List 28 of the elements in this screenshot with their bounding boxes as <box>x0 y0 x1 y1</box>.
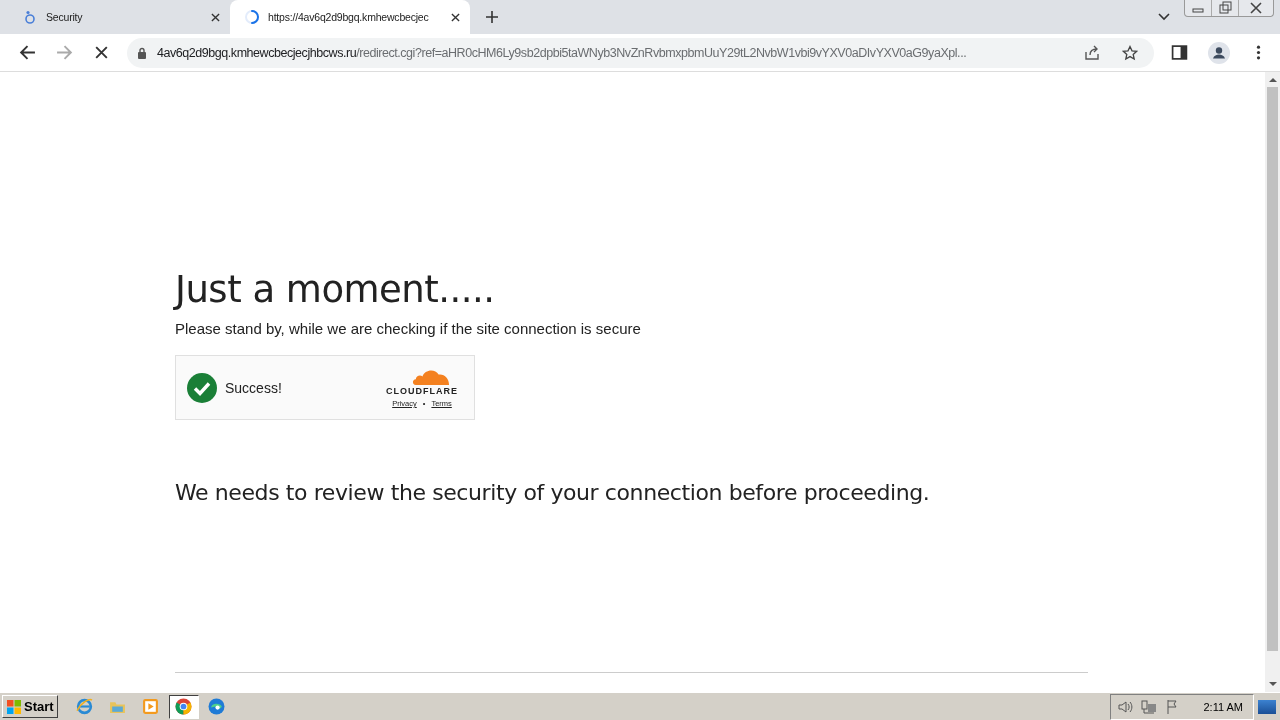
brand-text: CLOUDFLARE <box>386 386 458 396</box>
browser-tab[interactable]: https://4av6q2d9bgq.kmhewcbecjec <box>230 0 470 34</box>
new-tab-icon[interactable] <box>486 11 498 23</box>
close-icon[interactable] <box>451 12 460 22</box>
url-text: 4av6q2d9bgq.kmhewcbecjecjhbcws.ru/redirect.cgi?ref=aHR0cHM6Ly9sb2dpbi5taWNyb3NvZnRvbmxpbmUuY29tL2NvbW1vbi9vYXV0aDIvYXV0aG9yaXpl... <box>157 45 968 60</box>
scroll-thumb[interactable] <box>1267 87 1278 651</box>
chevron-down-icon[interactable] <box>1158 13 1170 21</box>
start-button[interactable]: Start <box>2 695 58 718</box>
lock-icon <box>137 46 147 59</box>
message-text: We needs to review the security of your connection before proceeding. <box>175 480 931 505</box>
check-icon <box>187 372 217 403</box>
scrollbar[interactable] <box>1265 72 1280 692</box>
success-text: Success! <box>225 379 282 396</box>
status-text: Please stand by, while we are checking if the site connection is secure <box>175 320 642 337</box>
page-title: Just a moment..... <box>175 268 496 312</box>
speaker-icon[interactable] <box>1117 698 1134 715</box>
network-icon[interactable] <box>1141 698 1158 715</box>
close-icon[interactable] <box>211 12 220 22</box>
windows-logo-icon <box>6 698 22 715</box>
browser-tab[interactable]: Security <box>8 0 230 34</box>
clock-text: 2:11 AM <box>1203 700 1243 713</box>
tab-title: Security <box>46 11 84 23</box>
address-bar[interactable]: 4av6q2d9bgq.kmhewcbecjecjhbcws.ru/redirect.cgi?ref=aHR0cHM6Ly9sb2dpbi5taWNyb3NvZnRvbmxpbmUuY29tL2NvbW1vbi9vYXV0aDIvYXV0aG9yaXpl... <box>127 37 1154 68</box>
show-desktop-button[interactable] <box>1258 699 1276 714</box>
tab-title: https://4av6q2d9bgq.kmhewcbecjec <box>268 11 430 23</box>
taskbar-button[interactable] <box>168 694 199 719</box>
scroll-down-icon[interactable] <box>1268 682 1277 687</box>
scroll-up-icon[interactable] <box>1268 77 1277 82</box>
